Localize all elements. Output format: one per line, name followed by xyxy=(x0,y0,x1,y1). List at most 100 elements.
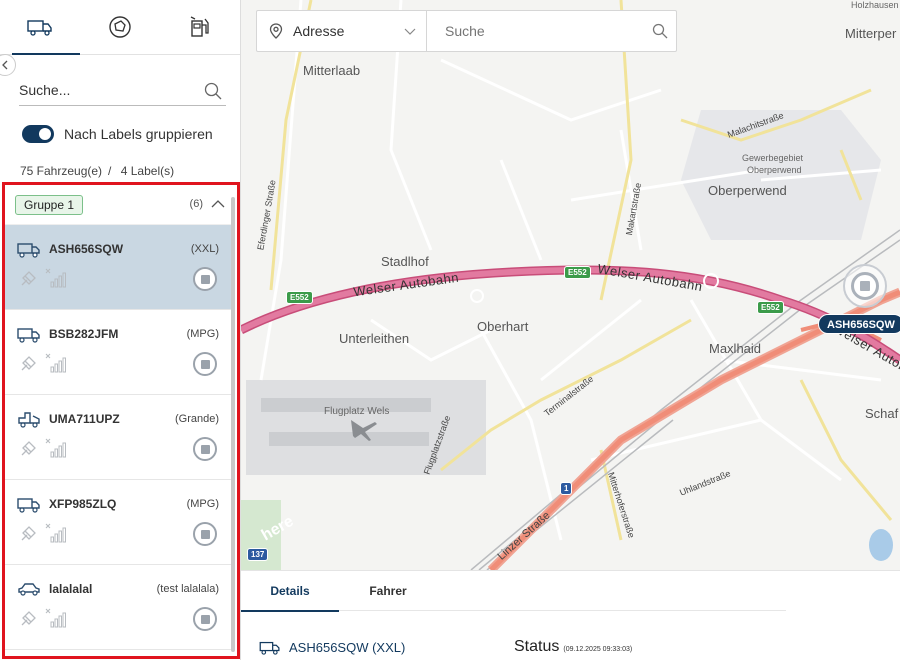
status-title: Status xyxy=(514,638,560,655)
vehicle-plate: BSB282JFM xyxy=(49,327,119,341)
map-search-field xyxy=(427,11,676,51)
map-place-unterleithen: Unterleithen xyxy=(339,331,410,346)
map-place-gewerbegebiet-2: Oberperwend xyxy=(747,165,802,175)
chevron-left-icon xyxy=(2,60,8,70)
map-place-schaf: Schaf xyxy=(865,406,899,421)
vehicle-marker-label[interactable]: ASH656SQW xyxy=(818,314,900,334)
road-shield-e552: E552 xyxy=(757,301,784,314)
signal-icon xyxy=(45,608,66,628)
gps-off-icon xyxy=(21,271,36,286)
map-place-holzhausen: Holzhausen xyxy=(851,0,899,10)
truck-icon xyxy=(17,328,40,343)
map-place-flugplatz: Flugplatz Wels xyxy=(324,406,390,417)
vehicle-type: (Grande) xyxy=(174,413,219,425)
group-label-badge: Gruppe 1 xyxy=(15,195,84,215)
stop-icon xyxy=(200,274,210,284)
group-count: (6) xyxy=(189,198,203,210)
group-by-labels-toggle[interactable]: Nach Labels gruppieren xyxy=(22,125,213,143)
toggle-switch[interactable] xyxy=(22,125,54,143)
tab-driver[interactable]: Fahrer xyxy=(339,571,437,611)
counts-separator: / xyxy=(108,164,112,178)
vehicle-row-lalalalal[interactable]: lalalalal (test lalalala) xyxy=(5,565,231,650)
gps-off-icon xyxy=(21,356,36,371)
search-icon[interactable] xyxy=(652,23,668,39)
map-search-input[interactable] xyxy=(445,23,645,39)
detail-panel: Details Fahrer ASH656SQW (XXL) Status (09… xyxy=(241,570,900,660)
road-shield-e552: E552 xyxy=(564,266,591,279)
vehicle-status-stopped xyxy=(193,607,217,631)
status-timestamp: (09.12.2025 09:33:03) xyxy=(563,646,633,653)
stop-icon xyxy=(200,614,210,624)
geofence-icon xyxy=(109,16,131,38)
detail-vehicle-label: ASH656SQW (XXL) xyxy=(289,639,406,655)
map-place-mitterper: Mitterper xyxy=(845,26,897,41)
road-shield-137: 137 xyxy=(247,548,269,561)
map-place-maxlhaid: Maxlhaid xyxy=(709,341,762,356)
road-shield-e552: E552 xyxy=(286,291,313,304)
vehicle-status-stopped xyxy=(193,267,217,291)
vehicle-search-input[interactable] xyxy=(19,78,189,102)
vehicle-plate: XFP985ZLQ xyxy=(49,497,117,511)
vehicle-plate: lalalalal xyxy=(49,582,93,596)
tab-fuel[interactable] xyxy=(160,0,240,54)
vehicle-type: (MPG) xyxy=(186,328,219,340)
truck-icon xyxy=(27,20,52,36)
sidebar: Nach Labels gruppieren 75 Fahrzeug(e) / 4… xyxy=(0,0,241,660)
vehicle-status-stopped xyxy=(193,352,217,376)
search-icon[interactable] xyxy=(204,82,222,100)
vehicle-list: Gruppe 1 (6) ASH656SQW (XXL) BSB282JFM (… xyxy=(5,185,231,656)
signal-icon xyxy=(45,268,66,288)
collapse-sidebar-button[interactable] xyxy=(0,54,16,76)
app-window: Mitterlaab Stadlhof Unterleithen Oberhar… xyxy=(0,0,900,660)
counts-summary: 75 Fahrzeug(e) / 4 Label(s) xyxy=(20,164,180,178)
vehicle-row-uma711upz[interactable]: UMA711UPZ (Grande) xyxy=(5,395,231,480)
vehicle-type: (MPG) xyxy=(186,498,219,510)
vehicle-marker-inner xyxy=(851,272,879,300)
vehicle-search xyxy=(19,78,226,106)
chevron-up-icon[interactable] xyxy=(211,199,225,209)
vehicle-row-xfp985zlq[interactable]: XFP985ZLQ (MPG) xyxy=(5,480,231,565)
map-view[interactable]: Mitterlaab Stadlhof Unterleithen Oberhar… xyxy=(241,0,900,570)
map-search-bar: Adresse xyxy=(256,10,677,52)
tow-truck-icon xyxy=(18,412,40,428)
tab-geofences[interactable] xyxy=(80,0,160,54)
stop-icon xyxy=(200,529,210,539)
stop-icon xyxy=(200,444,210,454)
vehicle-type: (XXL) xyxy=(190,243,219,255)
detail-status: Status (09.12.2025 09:33:03) xyxy=(514,638,632,656)
map-place-oberhart: Oberhart xyxy=(477,319,529,334)
vehicle-list-scrollbar[interactable] xyxy=(231,197,235,652)
gps-off-icon xyxy=(21,526,36,541)
map-place-oberperwend: Oberperwend xyxy=(708,183,787,198)
map-place-mitterlaab: Mitterlaab xyxy=(303,63,361,78)
stop-icon xyxy=(860,281,870,291)
vehicle-location-marker[interactable] xyxy=(843,264,887,308)
stop-icon xyxy=(200,359,210,369)
truck-icon xyxy=(17,498,40,513)
sidebar-tabs xyxy=(0,0,240,55)
detail-vehicle-name: ASH656SQW (XXL) xyxy=(259,639,405,655)
vehicle-row-bsb282jfm[interactable]: BSB282JFM (MPG) xyxy=(5,310,231,395)
tab-details[interactable]: Details xyxy=(241,571,339,612)
vehicle-plate: ASH656SQW xyxy=(49,242,124,256)
map-place-gewerbegebiet: Gewerbegebiet xyxy=(742,153,804,163)
truck-icon xyxy=(259,641,280,655)
group-by-labels-label: Nach Labels gruppieren xyxy=(64,126,213,142)
fuel-pump-icon xyxy=(190,16,209,37)
vehicle-count: 75 Fahrzeug(e) xyxy=(20,164,103,178)
vehicle-plate: UMA711UPZ xyxy=(49,412,120,426)
tab-vehicles[interactable] xyxy=(0,0,80,55)
road-shield-1: 1 xyxy=(560,482,573,495)
address-select[interactable]: Adresse xyxy=(257,11,427,51)
address-select-value: Adresse xyxy=(293,23,345,39)
vehicle-status-stopped xyxy=(193,437,217,461)
vehicle-row-ash656sqw[interactable]: ASH656SQW (XXL) xyxy=(5,225,231,310)
group-header[interactable]: Gruppe 1 (6) xyxy=(5,185,231,225)
gps-off-icon xyxy=(21,441,36,456)
chevron-down-icon xyxy=(404,28,416,35)
detail-tabs: Details Fahrer xyxy=(241,571,786,612)
map-place-stadlhof: Stadlhof xyxy=(381,254,429,269)
signal-icon xyxy=(45,353,66,373)
vehicle-list-highlight: Gruppe 1 (6) ASH656SQW (XXL) BSB282JFM (… xyxy=(2,182,240,659)
signal-icon xyxy=(45,438,66,458)
